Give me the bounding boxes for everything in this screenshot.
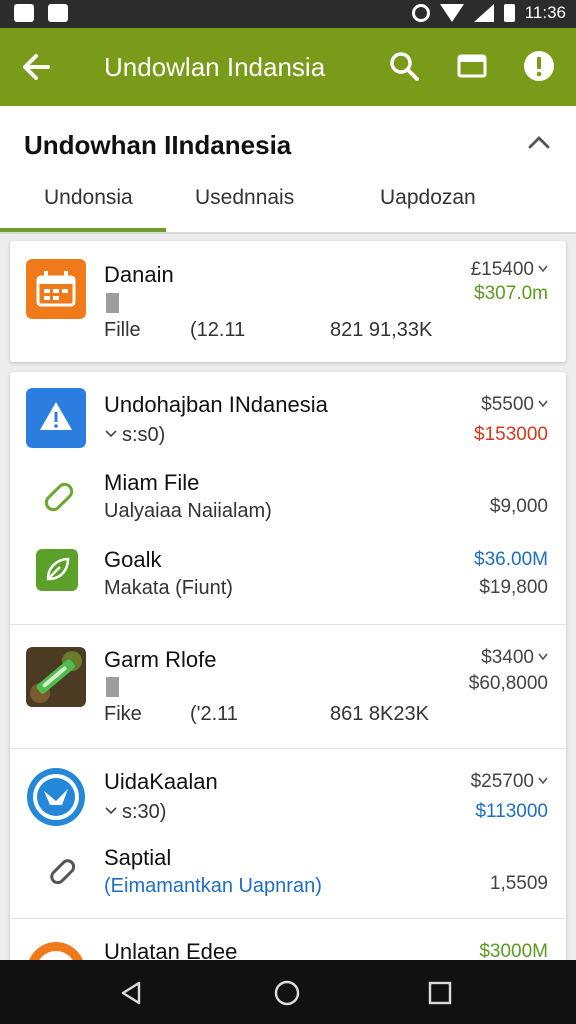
chevron-down-icon [538, 265, 548, 273]
list-card: Danain Fille (12.11 821 91,33K £15400 $3… [10, 241, 566, 362]
calendar-icon [26, 259, 86, 319]
divider [0, 232, 576, 234]
leaf-app-icon [36, 549, 78, 591]
price-value: $60,8000 [468, 673, 548, 694]
warning-icon [26, 388, 86, 448]
price-top: $36.00M [474, 549, 548, 570]
list-item[interactable]: Miam File Ualyaiaa Naiialam) $9,000 [10, 460, 566, 530]
price-top: £15400 [470, 259, 534, 280]
item-subtitle: (Eimamantkan Uapnran) [104, 875, 322, 897]
item-subtitle: Ualyaiaa Naiialam) [104, 500, 272, 522]
chevron-down-icon [105, 430, 117, 438]
signal-icon [473, 4, 494, 22]
status-bar: 11:36 [0, 0, 576, 28]
item-subtitle: s:s0) [122, 424, 166, 446]
section-header: Undowhan IIndanesia Undonsia Usednnais U… [0, 106, 576, 234]
clock: 11:36 [524, 3, 566, 22]
item-subtitle: Makata (Fiunt) [104, 577, 233, 599]
price-top: $25700 [470, 771, 534, 792]
item-title: Goalk [104, 547, 162, 572]
item-size: 821 91,33K [330, 319, 433, 341]
list-item[interactable]: Danain Fille (12.11 821 91,33K £15400 $3… [10, 241, 566, 362]
item-title: Miam File [104, 470, 200, 495]
app-bar: Undowlan Indansia [0, 28, 576, 106]
alarm-icon [411, 4, 430, 22]
pill-icon [50, 859, 76, 885]
price-value: $19,800 [479, 577, 548, 598]
chevron-down-icon [105, 807, 117, 815]
battery-icon [503, 4, 515, 22]
list-item[interactable]: Goalk Makata (Fiunt) $36.00M $19,800 [10, 537, 566, 617]
app-title: Undowlan Indansia [104, 52, 326, 82]
window-icon[interactable] [456, 50, 488, 82]
navigation-bar [0, 960, 576, 1024]
item-size: 861 8K23K [330, 703, 429, 725]
tab-usednnais[interactable]: Usednnais [195, 186, 294, 210]
list-card: Undohajban INdanesia s:s0) $5500 $153000… [10, 372, 566, 1000]
item-title: Undohajban INdanesia [104, 392, 328, 417]
tab-uapdozan[interactable]: Uapdozan [380, 186, 476, 210]
item-title: Garm Rlofe [104, 647, 217, 672]
recents-nav-icon[interactable] [428, 981, 452, 1005]
section-title: Undowhan IIndanesia [24, 130, 292, 160]
list-item[interactable]: Saptial (Eimamantkan Uapnran) 1,5509 [10, 835, 566, 915]
price-value: $113000 [475, 801, 548, 822]
price-value: $9,000 [489, 496, 548, 517]
list-item[interactable]: Undohajban INdanesia s:s0) $5500 $153000 [10, 372, 566, 462]
tab-undonsia[interactable]: Undonsia [44, 186, 133, 210]
pill-icon [44, 482, 74, 512]
list-item[interactable]: Garm Rlofe Fike ('2.11 861 8K23K $3400 $… [10, 625, 566, 748]
item-version: ('2.11 [190, 703, 238, 725]
item-type: Fike [104, 703, 142, 725]
game-icon [26, 647, 86, 707]
price-top: $5500 [481, 394, 534, 415]
price-value: $307.0m [474, 283, 548, 304]
back-arrow-icon[interactable] [18, 48, 56, 86]
home-nav-icon[interactable] [273, 979, 301, 1007]
info-icon[interactable] [523, 50, 555, 82]
chevron-down-icon [538, 653, 548, 661]
wifi-icon [439, 4, 464, 22]
chevron-up-icon[interactable] [528, 134, 550, 150]
image-notification-icon [14, 4, 34, 22]
list-item[interactable]: UidaKaalan s:30) $25700 $113000 [10, 749, 566, 834]
message-notification-icon [48, 4, 68, 22]
chevron-down-icon [538, 777, 548, 785]
search-icon[interactable] [388, 50, 420, 82]
placeholder-bar [106, 293, 119, 313]
chevron-down-icon [538, 400, 548, 408]
price-value: $153000 [474, 424, 548, 445]
back-nav-icon[interactable] [118, 980, 144, 1006]
item-type: Fille [104, 319, 141, 341]
placeholder-bar [106, 677, 119, 697]
item-title: Danain [104, 262, 174, 287]
app-circle-icon [27, 768, 85, 826]
item-version: (12.11 [190, 319, 246, 341]
price-value: 1,5509 [489, 873, 548, 894]
item-title: UidaKaalan [104, 769, 218, 794]
price-top: $3400 [481, 647, 534, 668]
item-title: Saptial [104, 845, 172, 870]
item-subtitle: s:30) [122, 801, 167, 823]
